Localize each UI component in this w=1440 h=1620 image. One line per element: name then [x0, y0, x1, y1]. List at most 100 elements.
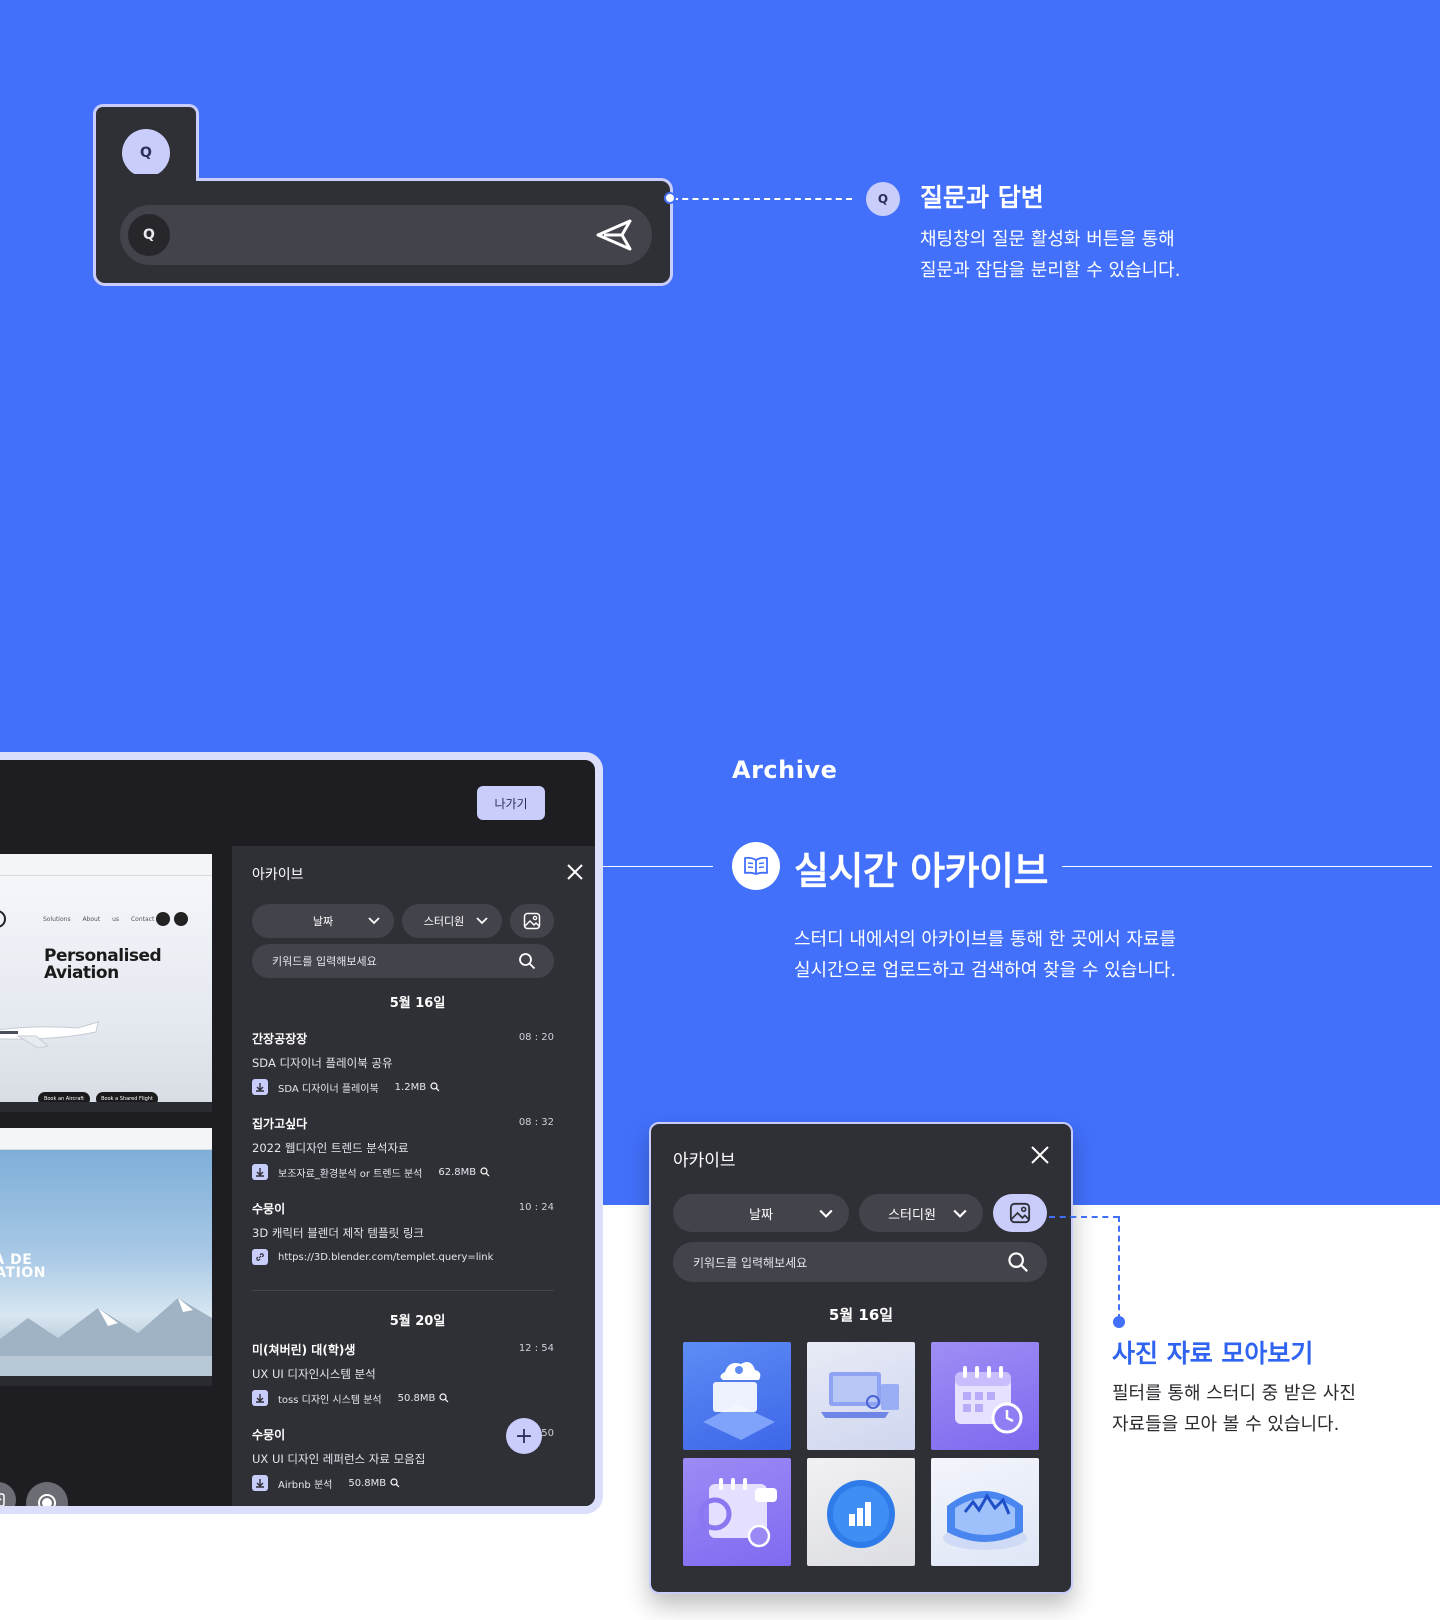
entry-file[interactable]: Airbnb 분석 50.8MB: [252, 1475, 554, 1491]
magnifier-icon[interactable]: [430, 1082, 440, 1092]
photo-filter-button-active[interactable]: [993, 1194, 1047, 1232]
photo-thumbnail[interactable]: [931, 1458, 1039, 1566]
archive-line-right: [1062, 866, 1432, 867]
archive-entry[interactable]: 미(쳐버린) 대(학)생 12 : 54 UX UI 디자인시스템 분석 tos…: [252, 1341, 554, 1406]
qa-feature-desc: 채팅창의 질문 활성화 버튼을 통해 질문과 잡담을 분리할 수 있습니다.: [920, 229, 1181, 281]
photo-connector-line: [1049, 1216, 1119, 1218]
airplane-image: [0, 1021, 99, 1049]
file-name: toss 디자인 시스템 분석: [278, 1394, 382, 1406]
chevron-down-icon: [368, 917, 380, 925]
entry-link[interactable]: https://3D.blender.com/templet.query=lin…: [252, 1249, 554, 1265]
question-toggle-button[interactable]: Q: [122, 129, 170, 177]
chat-input[interactable]: Q: [120, 205, 652, 265]
entry-author: 간장공장장: [252, 1032, 308, 1046]
archive-entry[interactable]: 집가고싶다 08 : 32 2022 웹디자인 트렌드 분석자료 보조자료_환경…: [252, 1115, 554, 1180]
entry-file[interactable]: 보조자료_환경분석 or 트렌드 분석 62.8MB: [252, 1164, 554, 1180]
archive-search-input[interactable]: 키워드를 입력해보세요: [673, 1242, 1047, 1282]
share-icon: [0, 1493, 5, 1506]
close-icon[interactable]: [1029, 1144, 1051, 1166]
magnifier-icon[interactable]: [390, 1478, 400, 1488]
download-icon[interactable]: [252, 1475, 268, 1491]
entry-message: SDA 디자이너 플레이북 공유: [252, 1056, 393, 1070]
shared-screen-aviation[interactable]: R Solutions About us Contact Personalise…: [0, 854, 212, 1112]
share-screen-button[interactable]: [0, 1482, 16, 1506]
photo-feature-desc: 필터를 통해 스터디 중 받은 사진 자료들을 모아 볼 수 있습니다.: [1112, 1383, 1356, 1435]
search-icon[interactable]: [518, 952, 536, 970]
member-filter-dropdown[interactable]: 스터디원: [859, 1194, 983, 1232]
member-filter-dropdown[interactable]: 스터디원: [402, 904, 502, 938]
close-icon[interactable]: [565, 862, 585, 882]
date-header: 5월 16일: [828, 1306, 894, 1324]
photo-thumbnail[interactable]: [807, 1458, 915, 1566]
add-archive-button[interactable]: +: [506, 1418, 542, 1454]
record-icon: [38, 1494, 56, 1506]
date-divider: [252, 1290, 554, 1291]
date-filter-dropdown[interactable]: 날짜: [673, 1194, 849, 1232]
site-nav: Solutions About us Contact: [43, 916, 155, 923]
qa-connector-dot: [664, 192, 676, 204]
archive-title: 아카이브: [252, 867, 304, 883]
entry-file[interactable]: toss 디자인 시스템 분석 50.8MB: [252, 1390, 554, 1406]
file-size: 50.8MB: [397, 1392, 436, 1404]
mountain-image: [0, 1298, 212, 1378]
entry-file[interactable]: SDA 디자이너 플레이북 1.2MB: [252, 1079, 554, 1095]
nav-circle-icon: [156, 912, 170, 926]
record-button[interactable]: [26, 1482, 68, 1506]
archive-entry[interactable]: 수뭉이 10 : 24 3D 캐릭터 블렌더 제작 템플릿 링크 https:/…: [252, 1200, 554, 1265]
q-icon: Q: [140, 145, 152, 161]
search-icon[interactable]: [1007, 1251, 1029, 1273]
entry-time: 10 : 24: [518, 1202, 554, 1213]
chevron-down-icon: [476, 917, 488, 925]
landscape-headline: LÀ DE RATION: [0, 1252, 46, 1281]
exit-button[interactable]: 나가기: [477, 786, 545, 820]
download-icon[interactable]: [252, 1079, 268, 1095]
link-url[interactable]: https://3D.blender.com/templet.query=lin…: [278, 1252, 493, 1263]
archive-panel: 아카이브 날짜 스터디원 키워드를 입력해보세요 5월 16일 간장공장장 08…: [232, 846, 595, 1506]
question-mode-badge[interactable]: Q: [128, 214, 170, 256]
magnifier-icon[interactable]: [439, 1393, 449, 1403]
image-icon: [523, 912, 541, 930]
file-name: Airbnb 분석: [278, 1479, 333, 1491]
photo-feature-title: 사진 자료 모아보기: [1112, 1339, 1314, 1368]
photo-thumbnail[interactable]: [683, 1458, 791, 1566]
link-icon[interactable]: [252, 1249, 268, 1265]
archive-photo-panel: 아카이브 날짜 스터디원 키워드를 입력해보세요 5월 16일: [649, 1122, 1073, 1594]
archive-entry[interactable]: 간장공장장 08 : 20 SDA 디자이너 플레이북 공유 SDA 디자이너 …: [252, 1030, 554, 1095]
entry-message: UX UI 디자인 레퍼런스 자료 모음집: [252, 1452, 426, 1466]
section-label: Archive: [732, 756, 838, 784]
photo-thumbnail[interactable]: [931, 1342, 1039, 1450]
book-icon: [732, 842, 780, 890]
send-icon[interactable]: [596, 219, 632, 251]
qa-chat-widget: Q Q: [93, 104, 673, 286]
photo-thumbnail[interactable]: [683, 1342, 791, 1450]
aviation-hero: R Solutions About us Contact Personalise…: [0, 876, 212, 1112]
photo-thumbnail[interactable]: [807, 1342, 915, 1450]
archive-line-left: [603, 866, 713, 867]
nav-circle-icon: [174, 912, 188, 926]
archive-search-input[interactable]: 키워드를 입력해보세요: [252, 944, 554, 978]
entry-message: UX UI 디자인시스템 분석: [252, 1367, 376, 1381]
chevron-down-icon: [819, 1209, 833, 1218]
entry-author: 집가고싶다: [252, 1117, 308, 1131]
download-icon[interactable]: [252, 1390, 268, 1406]
entry-author: 미(쳐버린) 대(학)생: [252, 1343, 356, 1357]
screen-share-area: R Solutions About us Contact Personalise…: [0, 846, 212, 1506]
taskbar: [0, 1376, 212, 1386]
qa-feature-badge: Q: [866, 182, 900, 216]
chevron-down-icon: [953, 1209, 967, 1218]
date-header: 5월 16일: [389, 996, 446, 1011]
shared-screen-landscape[interactable]: LÀ DE RATION: [0, 1128, 212, 1386]
date-filter-dropdown[interactable]: 날짜: [252, 904, 394, 938]
download-icon[interactable]: [252, 1164, 268, 1180]
photo-filter-button[interactable]: [510, 904, 554, 938]
entry-time: 50: [541, 1428, 554, 1439]
image-icon: [1009, 1202, 1031, 1224]
entry-time: 08 : 20: [518, 1032, 554, 1043]
file-size: 1.2MB: [394, 1081, 427, 1093]
site-logo: R: [0, 910, 6, 928]
photo-connector-line: [1118, 1216, 1120, 1320]
qa-chat-bar: Q: [93, 178, 673, 286]
photo-connector-dot: [1113, 1316, 1125, 1328]
magnifier-icon[interactable]: [480, 1167, 490, 1177]
entry-message: 3D 캐릭터 블렌더 제작 템플릿 링크: [252, 1226, 424, 1240]
